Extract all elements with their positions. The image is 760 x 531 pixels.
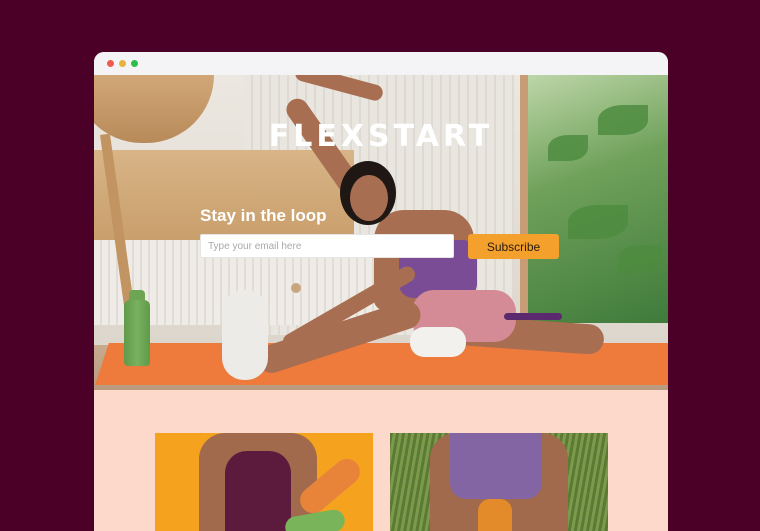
product-sports-bra-lavender — [450, 433, 542, 499]
browser-title-bar — [94, 52, 668, 75]
hero-section: FLEXSTART Stay in the loop Subscribe — [94, 75, 668, 390]
figure-face — [350, 175, 388, 221]
product-sports-bra-plum — [225, 451, 291, 531]
close-window-dot[interactable] — [107, 60, 114, 67]
plant-leaf — [618, 245, 662, 273]
subscribe-button[interactable]: Subscribe — [468, 234, 559, 259]
email-input[interactable] — [200, 234, 454, 258]
minimize-window-dot[interactable] — [119, 60, 126, 67]
maximize-window-dot[interactable] — [131, 60, 138, 67]
product-card-1[interactable] — [155, 433, 373, 531]
plant-leaf — [568, 205, 628, 239]
products-section — [94, 390, 668, 531]
figure-shoe-left — [222, 290, 268, 380]
hero-window-plants — [520, 75, 668, 323]
page-background: FLEXSTART Stay in the loop Subscribe — [0, 0, 760, 531]
brand-logo: FLEXSTART — [268, 119, 494, 154]
water-bottle — [124, 300, 150, 366]
hero-shelf — [94, 150, 354, 240]
cabinet-knob — [291, 283, 301, 293]
newsletter-title: Stay in the loop — [200, 206, 327, 225]
browser-window: FLEXSTART Stay in the loop Subscribe — [94, 52, 668, 531]
figure-shoe-right — [410, 327, 466, 357]
exercise-ring — [504, 313, 562, 320]
product-card-2[interactable] — [390, 433, 608, 531]
water-jug — [478, 499, 512, 531]
